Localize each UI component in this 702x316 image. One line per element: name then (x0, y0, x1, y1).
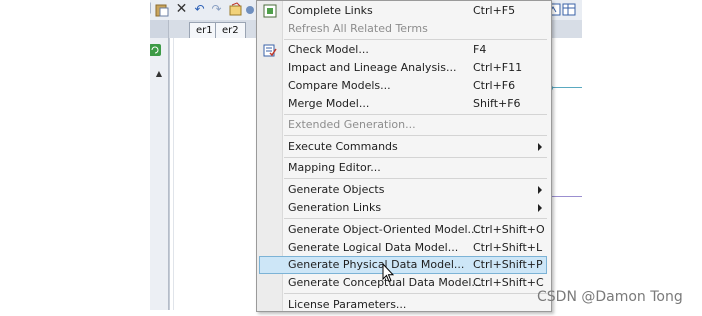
menu-item-refresh-related-terms: Refresh All Related Terms (288, 22, 428, 35)
menu-separator (284, 39, 547, 40)
check-model-icon (263, 43, 277, 57)
menu-item-extended-generation: Extended Generation... (288, 118, 416, 131)
submenu-arrow-icon (538, 204, 542, 212)
browser-panel: ▼ ✎ ▲ (150, 20, 169, 310)
menu-item-mapping-editor[interactable]: Mapping Editor... (259, 159, 547, 177)
undo-icon[interactable]: ↶ (192, 2, 207, 17)
menu-item-merge-model[interactable]: Merge Model... Shift+F6 (259, 95, 547, 113)
submenu-arrow-icon (538, 143, 542, 151)
menu-separator (284, 178, 547, 179)
submenu-arrow-icon (538, 186, 542, 194)
refresh-icon[interactable] (150, 43, 162, 60)
tab-er2[interactable]: er2 (215, 22, 246, 39)
menu-separator (284, 293, 547, 294)
connector-line[interactable] (550, 196, 582, 197)
menu-item-compare-models[interactable]: Compare Models... Ctrl+F6 (259, 77, 547, 95)
watermark: CSDN @Damon Tong (537, 289, 683, 305)
menu-separator (284, 135, 547, 136)
menu-item-generate-objects[interactable]: Generate Objects (259, 181, 547, 199)
menu-item-check-model[interactable]: Check Model... F4 (259, 41, 547, 59)
properties-icon[interactable] (228, 2, 243, 17)
menu-item-generate-cdm[interactable]: Generate Conceptual Data Model... Ctrl+S… (259, 274, 547, 292)
menu-item-generate-ldm[interactable]: Generate Logical Data Model... Ctrl+Shif… (259, 239, 547, 257)
panel-header: ▼ (150, 20, 168, 38)
menu-item-generation-links[interactable]: Generation Links (259, 199, 547, 217)
menu-item-complete-links[interactable]: Complete Links Ctrl+F5 (259, 2, 547, 20)
copy-icon[interactable] (150, 2, 152, 17)
menu-separator (284, 218, 547, 219)
delete-icon[interactable]: ✕ (174, 2, 189, 17)
menu-separator (284, 114, 547, 115)
canvas-border (173, 38, 174, 310)
scroll-up-icon[interactable]: ▲ (153, 68, 165, 80)
grid-icon[interactable] (562, 2, 577, 17)
redo-icon[interactable]: ↷ (209, 2, 224, 17)
tools-menu: Complete Links Ctrl+F5 Refresh All Relat… (256, 0, 552, 312)
menu-item-generate-pdm[interactable]: Generate Physical Data Model... Ctrl+Shi… (259, 256, 547, 274)
menu-separator (284, 157, 547, 158)
menu-item-impact-lineage-analysis[interactable]: Impact and Lineage Analysis... Ctrl+F11 (259, 59, 547, 77)
menu-item-generate-oom[interactable]: Generate Object-Oriented Model... Ctrl+S… (259, 221, 547, 239)
paste-icon[interactable] (154, 2, 169, 17)
connector-line[interactable] (550, 87, 582, 88)
menu-item-license-parameters[interactable]: License Parameters... (259, 296, 547, 311)
mouse-cursor-icon (382, 263, 394, 283)
complete-links-icon (263, 4, 277, 18)
menu-item-execute-commands[interactable]: Execute Commands (259, 138, 547, 156)
